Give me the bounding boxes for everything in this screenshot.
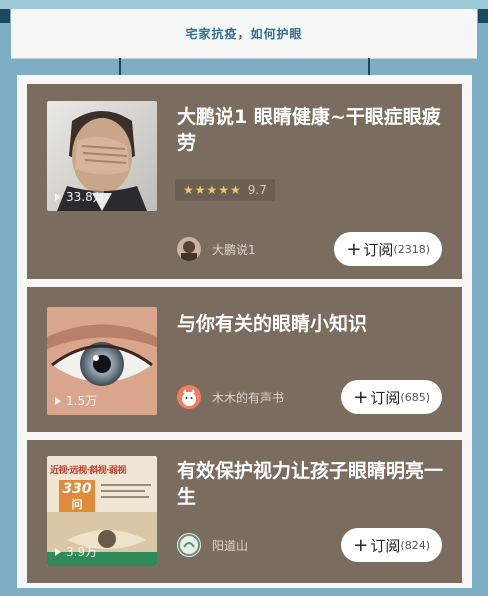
play-icon [55,192,61,201]
subscribe-count: (2318) [393,242,430,256]
album-cover[interactable]: 1.5万 [47,307,157,415]
frame-corner-left [0,9,10,23]
author[interactable]: 木木的有声书 [177,385,284,409]
album-cover[interactable]: 33.8万 [47,101,157,211]
subscribe-label: 订阅 [370,536,401,555]
album-card[interactable]: 1.5万 与你有关的眼睛小知识 木木的有声书 + 订阅 (685) [27,287,462,432]
plus-icon: + [353,534,369,556]
rating-badge: ★★★★★ 9.7 [175,179,275,201]
subscribe-label: 订阅 [370,388,401,407]
book-cover-title: 近视·远视·斜视·弱视 [50,466,126,476]
album-list: 33.8万 大鹏说1 眼睛健康~干眼症眼疲劳 ★★★★★ 9.7 大鹏说1 + … [17,75,472,588]
author-name: 阳道山 [212,538,249,553]
play-icon [55,547,61,556]
album-title[interactable]: 大鹏说1 眼睛健康~干眼症眼疲劳 [177,104,447,156]
author-name: 木木的有声书 [212,390,285,405]
album-card[interactable]: 33.8万 大鹏说1 眼睛健康~干眼症眼疲劳 ★★★★★ 9.7 大鹏说1 + … [27,84,462,279]
hanger-right [368,58,370,76]
hanger-left [119,58,121,76]
avatar [177,237,201,261]
frame-corner-right [478,9,488,23]
cat-avatar-icon [182,389,196,406]
book-cover-badge: 330 问 [59,480,95,514]
plus-icon: + [353,386,369,408]
play-count-value: 33.8万 [66,190,105,204]
album-card[interactable]: 近视·远视·斜视·弱视 330 问 3.9万 有效保护视力让孩子眼睛明亮一生 阳… [27,440,462,583]
book-cover-number: 330 [62,481,92,497]
play-count-value: 3.9万 [66,545,98,559]
avatar [177,385,201,409]
header-banner: 宅家抗疫，如何护眼 [11,9,477,59]
subscribe-label: 订阅 [363,240,394,259]
author[interactable]: 大鹏说1 [177,237,256,261]
subscribe-button[interactable]: + 订阅 (2318) [334,232,442,266]
album-title[interactable]: 有效保护视力让孩子眼睛明亮一生 [177,458,447,510]
play-icon [55,396,61,405]
top-strip [0,0,488,9]
subscribe-button[interactable]: + 订阅 (685) [341,380,442,414]
album-cover[interactable]: 近视·远视·斜视·弱视 330 问 3.9万 [47,456,157,566]
album-title[interactable]: 与你有关的眼睛小知识 [177,311,447,337]
author-name: 大鹏说1 [212,242,256,257]
avatar-icon [178,534,200,556]
book-cover-unit: 问 [71,498,83,511]
play-count-value: 1.5万 [66,394,98,408]
subscribe-count: (824) [400,538,430,552]
subscribe-count: (685) [400,390,430,404]
rating-score: 9.7 [247,183,267,197]
page-title: 宅家抗疫，如何护眼 [185,27,303,41]
author[interactable]: 阳道山 [177,533,248,557]
avatar [177,533,201,557]
subscribe-button[interactable]: + 订阅 (824) [341,528,442,562]
star-rating-icon: ★★★★★ [183,183,242,197]
plus-icon: + [346,238,362,260]
play-count: 3.9万 [55,543,97,560]
play-count: 1.5万 [55,392,97,409]
play-count: 33.8万 [55,188,105,205]
avatar-icon [181,241,197,261]
